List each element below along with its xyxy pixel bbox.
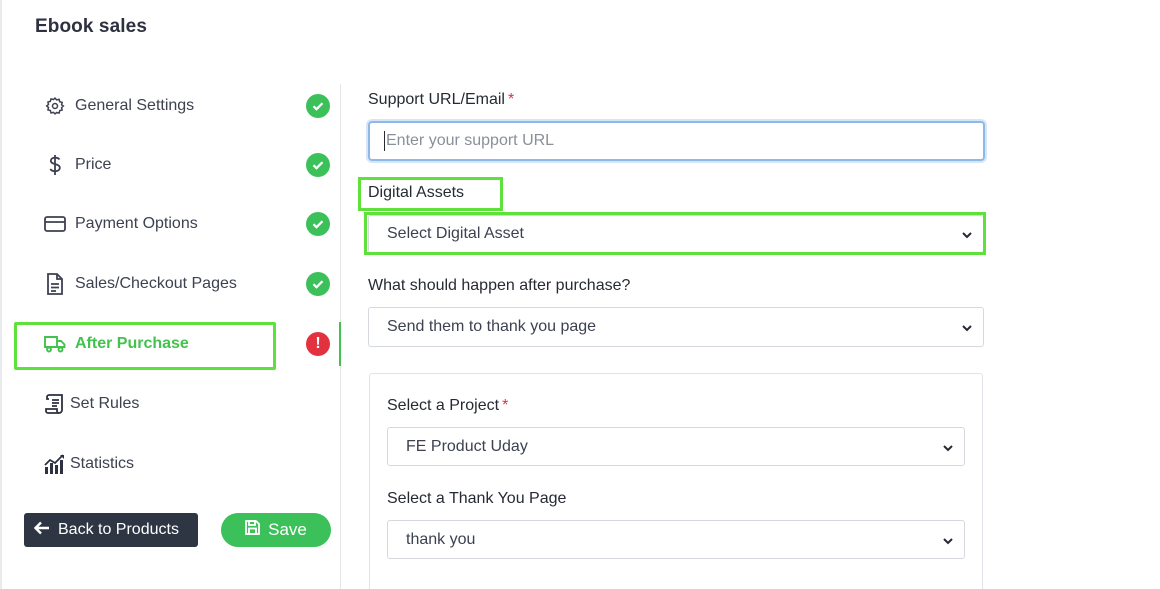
scroll-icon	[44, 393, 66, 415]
required-asterisk: *	[502, 397, 509, 414]
thank-you-page-select[interactable]: thank you	[387, 520, 965, 559]
support-url-input[interactable]: Enter your support URL	[368, 121, 985, 161]
save-button-label: Save	[268, 520, 307, 539]
project-select-value: FE Product Uday	[406, 437, 528, 455]
sidebar-item-label: Price	[75, 156, 112, 173]
active-item-highlight	[14, 322, 276, 370]
project-label: Select a Project *	[387, 397, 509, 414]
gear-icon	[44, 95, 66, 117]
chevron-down-icon	[942, 534, 954, 546]
sidebar-item-label: General Settings	[75, 97, 195, 114]
alert-circle-icon: !	[306, 332, 330, 356]
credit-card-icon	[44, 213, 66, 235]
document-icon	[44, 273, 66, 295]
frame-edge	[0, 0, 2, 589]
after-purchase-select-value: Send them to thank you page	[387, 318, 597, 335]
thank-you-page-select-value: thank you	[406, 530, 476, 548]
check-circle-icon	[306, 153, 330, 177]
sidebar-item-statistics[interactable]: Statistics	[14, 440, 334, 488]
back-to-products-button[interactable]: Back to Products	[24, 513, 198, 547]
project-select[interactable]: FE Product Uday	[387, 427, 965, 466]
sidebar-item-label: Set Rules	[70, 395, 140, 412]
sidebar-item-general-settings[interactable]: General Settings	[14, 82, 334, 130]
check-circle-icon	[306, 94, 330, 118]
text-caret	[384, 131, 385, 151]
sidebar-item-label: Sales/Checkout Pages	[75, 275, 237, 292]
support-url-label: Support URL/Email *	[368, 91, 515, 108]
sidebar-item-label: Statistics	[70, 455, 135, 472]
chart-icon	[44, 453, 66, 475]
thank-you-page-label: Select a Thank You Page	[387, 490, 567, 507]
dollar-icon	[44, 154, 66, 176]
sidebar-item-sales-checkout-pages[interactable]: Sales/Checkout Pages	[14, 260, 334, 308]
page-title: Ebook sales	[35, 16, 147, 37]
chevron-down-icon	[942, 441, 954, 453]
check-circle-icon	[306, 272, 330, 296]
arrow-left-icon	[33, 521, 50, 540]
sidebar-item-payment-options[interactable]: Payment Options	[14, 200, 334, 248]
required-asterisk: *	[507, 91, 515, 108]
floppy-disk-icon	[245, 520, 261, 540]
after-purchase-label: What should happen after purchase?	[368, 277, 631, 294]
digital-assets-label-highlight	[358, 177, 503, 211]
after-purchase-select[interactable]: Send them to thank you page	[368, 307, 984, 347]
support-url-placeholder: Enter your support URL	[386, 132, 555, 149]
save-button[interactable]: Save	[221, 513, 331, 547]
active-item-rail	[339, 322, 341, 366]
sidebar-item-set-rules[interactable]: Set Rules	[14, 380, 334, 428]
back-button-label: Back to Products	[58, 521, 179, 538]
sidebar-item-label: Payment Options	[75, 215, 198, 232]
check-circle-icon	[306, 212, 330, 236]
sidebar-item-price[interactable]: Price	[14, 141, 334, 189]
chevron-down-icon	[961, 321, 973, 333]
digital-asset-select-highlight	[364, 212, 986, 255]
